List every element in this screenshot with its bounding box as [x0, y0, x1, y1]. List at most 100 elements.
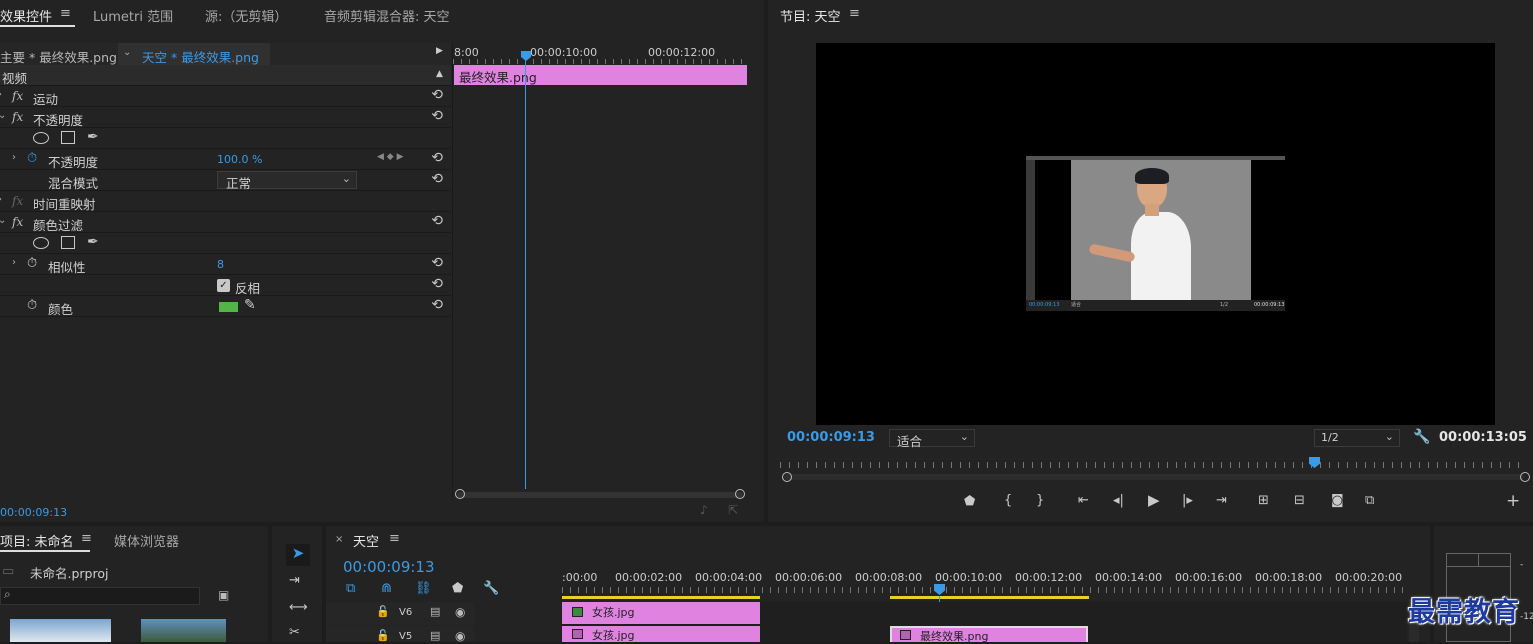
- chevron-right-icon[interactable]: ›: [12, 257, 16, 268]
- go-to-out-icon[interactable]: ⇥: [1216, 493, 1227, 508]
- color-key-row[interactable]: ⌄ fx 颜色过滤 ⟲: [0, 212, 451, 233]
- zoom-scrollbar[interactable]: [457, 492, 743, 498]
- scroll-handle-left[interactable]: [782, 472, 792, 482]
- ripple-edit-icon[interactable]: ⟷: [289, 600, 308, 615]
- in-point-icon[interactable]: {: [1004, 493, 1012, 508]
- tab-audio-clip-mixer[interactable]: 音频剪辑混合器: 天空: [324, 6, 450, 25]
- marker-icon[interactable]: ⬟: [452, 581, 463, 596]
- lock-icon[interactable]: 🔓: [376, 605, 390, 618]
- step-forward-icon[interactable]: |▸: [1182, 493, 1193, 508]
- fx-icon[interactable]: fx: [12, 110, 23, 124]
- effect-timeline[interactable]: 8:00 00:00:10:00 00:00:12:00 最终效果.png: [452, 43, 752, 501]
- tab-source[interactable]: 源:（无剪辑）: [205, 6, 287, 25]
- timeline-clip[interactable]: 女孩.jpg: [562, 602, 760, 624]
- selection-tool-icon[interactable]: ➤: [286, 544, 310, 566]
- audio-icon[interactable]: ♪: [700, 503, 708, 517]
- film-icon[interactable]: ▤: [430, 605, 440, 618]
- eyedropper-icon[interactable]: ✎: [244, 297, 256, 313]
- scrubber-ruler[interactable]: [780, 462, 1525, 468]
- play-arrow-icon[interactable]: ▶: [436, 46, 443, 56]
- reset-icon[interactable]: ⟲: [431, 87, 443, 103]
- timeline-ruler[interactable]: :00:00 00:00:02:00 00:00:04:00 00:00:06:…: [562, 566, 1407, 602]
- scrubber-bar[interactable]: [784, 474, 1524, 480]
- export-icon[interactable]: ⇱: [728, 503, 738, 517]
- chevron-down-icon[interactable]: ⌄: [0, 215, 6, 226]
- time-remap-row[interactable]: › fx 时间重映射: [0, 191, 451, 212]
- mini-clip[interactable]: 最终效果.png: [454, 65, 747, 85]
- lock-icon[interactable]: 🔓: [376, 629, 390, 642]
- fit-select[interactable]: 适合 ⌄: [889, 429, 975, 449]
- film-icon[interactable]: ▤: [430, 629, 440, 642]
- scroll-handle-left[interactable]: [455, 489, 465, 499]
- ellipse-mask-icon[interactable]: [33, 132, 49, 144]
- nest-icon[interactable]: ⧉: [346, 581, 355, 596]
- color-swatch[interactable]: [219, 302, 238, 312]
- stopwatch-icon[interactable]: ⏱: [27, 298, 37, 313]
- opacity-value[interactable]: 100.0 %: [217, 153, 262, 166]
- scroll-handle-right[interactable]: [1520, 472, 1530, 482]
- thumbnail-2[interactable]: [141, 619, 226, 642]
- lift-icon[interactable]: ⊞: [1258, 493, 1269, 508]
- add-icon[interactable]: +: [1506, 491, 1520, 511]
- invert-checkbox[interactable]: ✓: [217, 279, 230, 292]
- export-frame-icon[interactable]: ◙: [1331, 493, 1344, 508]
- reset-icon[interactable]: ⟲: [431, 297, 443, 313]
- chevron-right-icon[interactable]: ›: [12, 152, 16, 163]
- hamburger-icon[interactable]: ≡: [60, 6, 71, 21]
- similarity-row[interactable]: › ⏱ 相似性 8 ⟲: [0, 254, 451, 275]
- pen-mask-icon[interactable]: ✒: [87, 129, 99, 145]
- timeline-clip[interactable]: 女孩.jpg: [562, 626, 760, 642]
- reset-icon[interactable]: ⟲: [431, 150, 443, 166]
- wrench-icon[interactable]: 🔧: [483, 581, 499, 596]
- rectangle-mask-icon[interactable]: [61, 236, 75, 249]
- work-area-bar-2[interactable]: [890, 596, 1089, 599]
- eye-icon[interactable]: ◉: [455, 629, 465, 643]
- playhead-head[interactable]: [934, 584, 945, 595]
- reset-icon[interactable]: ⟲: [431, 213, 443, 229]
- effect-row-opacity[interactable]: ⌄ fx 不透明度 ⟲: [0, 107, 451, 128]
- comparison-icon[interactable]: ⧉: [1365, 493, 1374, 508]
- similarity-value[interactable]: 8: [217, 258, 224, 271]
- effect-row-motion[interactable]: › fx 运动 ⟲: [0, 86, 451, 107]
- reset-icon[interactable]: ⟲: [431, 255, 443, 271]
- master-clip-label[interactable]: 主要 * 最终效果.png: [0, 47, 117, 66]
- timeline-timecode[interactable]: 00:00:09:13: [343, 558, 435, 576]
- play-icon[interactable]: ▶: [1148, 491, 1160, 509]
- collapse-icon[interactable]: ▲: [436, 69, 443, 79]
- stopwatch-icon[interactable]: ⏱: [27, 151, 37, 166]
- chevron-down-icon[interactable]: ⌄: [0, 110, 6, 121]
- thumbnail-1[interactable]: [10, 619, 111, 642]
- go-to-in-icon[interactable]: ⇤: [1078, 493, 1089, 508]
- pen-mask-icon[interactable]: ✒: [87, 234, 99, 250]
- keyframe-nav-icon[interactable]: ◀ ◆ ▶: [377, 152, 404, 162]
- track-select-icon[interactable]: ⇥: [289, 573, 300, 588]
- sequence-clip-tab[interactable]: ⌄ 天空 * 最终效果.png: [118, 43, 270, 65]
- program-timecode[interactable]: 00:00:09:13: [787, 430, 875, 445]
- timeline-clip[interactable]: 最终效果.png: [890, 626, 1088, 643]
- linked-selection-icon[interactable]: ⛓: [415, 581, 432, 596]
- reset-icon[interactable]: ⟲: [431, 108, 443, 124]
- new-bin-icon[interactable]: ▣: [218, 588, 229, 602]
- blend-mode-select[interactable]: 正常 ⌄: [217, 171, 357, 191]
- extract-icon[interactable]: ⊟: [1294, 493, 1305, 508]
- stopwatch-icon[interactable]: ⏱: [27, 256, 37, 271]
- wrench-icon[interactable]: 🔧: [1413, 429, 1430, 445]
- out-point-icon[interactable]: }: [1036, 493, 1044, 508]
- razor-icon[interactable]: ✂: [289, 625, 300, 640]
- tab-effect-controls[interactable]: 效果控件: [0, 6, 52, 25]
- effect-controls-timecode[interactable]: 00:00:09:13: [0, 506, 67, 519]
- ellipse-mask-icon[interactable]: [33, 237, 49, 249]
- opacity-param-row[interactable]: › ⏱ 不透明度 100.0 % ◀ ◆ ▶ ⟲: [0, 149, 451, 170]
- fx-icon[interactable]: fx: [12, 215, 23, 229]
- hamburger-icon[interactable]: ≡: [389, 531, 400, 546]
- search-input[interactable]: [0, 587, 200, 605]
- tab-project[interactable]: 项目: 未命名: [0, 531, 74, 550]
- hamburger-icon[interactable]: ≡: [849, 6, 860, 21]
- eye-icon[interactable]: ◉: [455, 605, 465, 619]
- snap-icon[interactable]: ⋒: [381, 581, 392, 596]
- scroll-handle-right[interactable]: [735, 489, 745, 499]
- fx-icon[interactable]: fx: [12, 89, 23, 103]
- video-viewport[interactable]: 00:00:09:13 适合 1/2 00:00:09:13: [816, 43, 1495, 425]
- tab-lumetri-scopes[interactable]: Lumetri 范围: [93, 6, 173, 25]
- reset-icon[interactable]: ⟲: [431, 171, 443, 187]
